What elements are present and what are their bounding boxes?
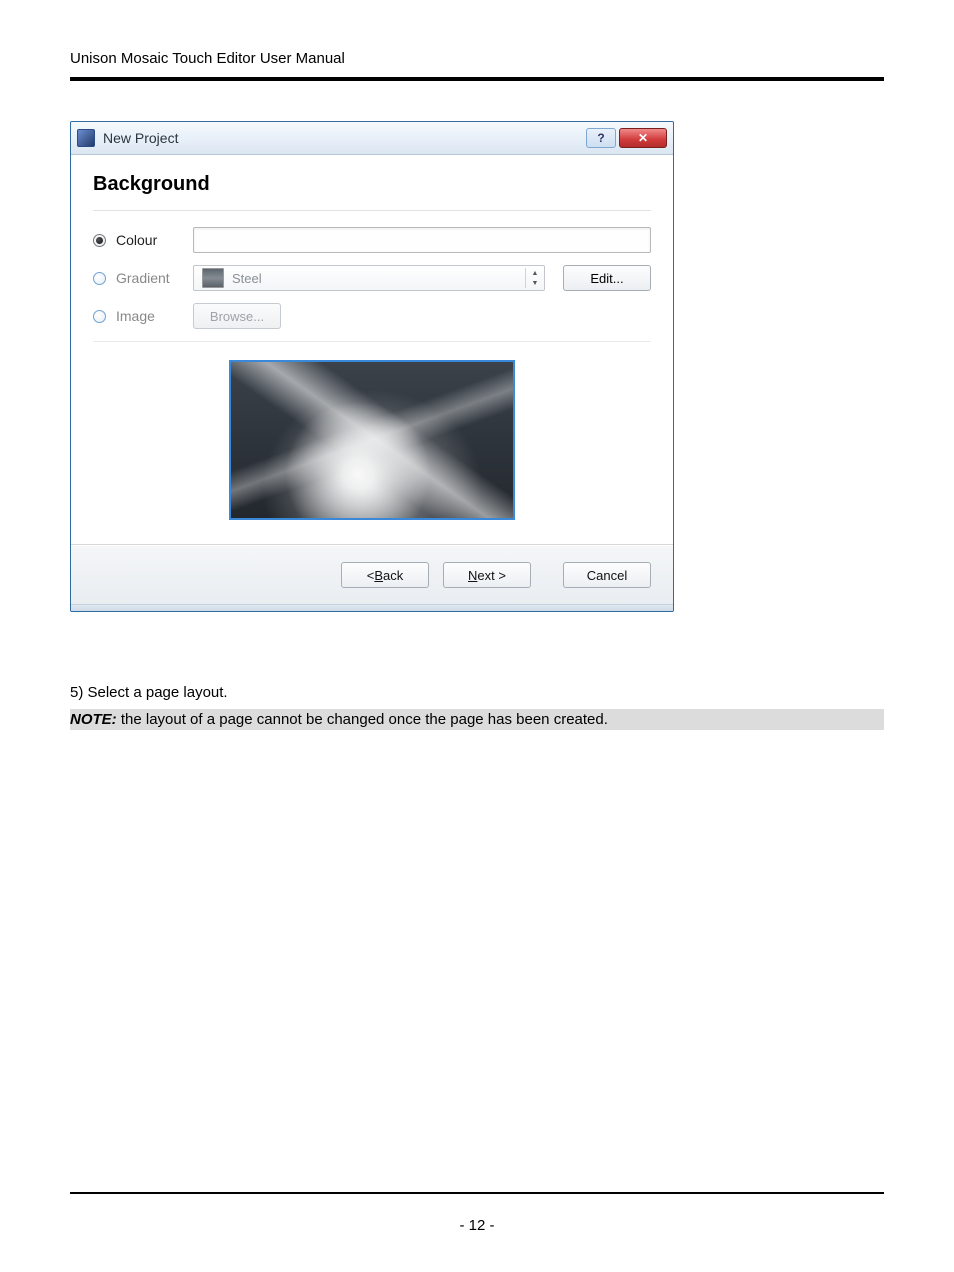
radio-icon xyxy=(93,272,106,285)
radio-gradient[interactable]: Gradient xyxy=(93,270,193,286)
step-5-text: 5) Select a page layout. xyxy=(70,682,884,705)
note-band: NOTE: the layout of a page cannot be cha… xyxy=(70,709,884,730)
image-browse-button[interactable]: Browse... xyxy=(193,303,281,329)
note-label: NOTE: xyxy=(70,711,117,728)
note-text: the layout of a page cannot be changed o… xyxy=(117,711,608,728)
radio-label: Colour xyxy=(116,232,157,248)
app-icon xyxy=(77,129,95,147)
gradient-preview-swatch xyxy=(202,268,224,288)
dialog-titlebar[interactable]: New Project ? ✕ xyxy=(71,122,673,155)
gradient-edit-button[interactable]: Edit... xyxy=(563,265,651,291)
dialog-bottom-border xyxy=(71,604,673,611)
gradient-preset-label: Steel xyxy=(232,271,525,286)
help-button[interactable]: ? xyxy=(586,128,616,148)
gradient-preset-field[interactable]: Steel xyxy=(193,265,545,291)
option-row-colour: Colour xyxy=(93,221,651,259)
footer-rule xyxy=(70,1192,884,1194)
section-title-background: Background xyxy=(93,173,651,196)
dialog-title: New Project xyxy=(103,130,178,146)
cancel-button[interactable]: Cancel xyxy=(563,562,651,588)
header-rule xyxy=(70,77,884,81)
radio-icon xyxy=(93,310,106,323)
background-preview[interactable] xyxy=(229,360,515,520)
radio-image[interactable]: Image xyxy=(93,308,193,324)
next-button[interactable]: Next > xyxy=(443,562,531,588)
option-row-image: Image Browse... xyxy=(93,297,651,335)
radio-label: Gradient xyxy=(116,270,170,286)
back-button[interactable]: < Back xyxy=(341,562,429,588)
radio-label: Image xyxy=(116,308,155,324)
doc-header: Unison Mosaic Touch Editor User Manual xyxy=(70,50,884,67)
wizard-button-bar: < Back Next > Cancel xyxy=(71,545,673,604)
radio-colour[interactable]: Colour xyxy=(93,232,193,248)
chevron-down-icon xyxy=(526,278,544,288)
page-number: - 12 - xyxy=(0,1217,954,1234)
preview-area xyxy=(93,341,651,544)
gradient-spinner[interactable] xyxy=(525,268,544,288)
close-button[interactable]: ✕ xyxy=(619,128,667,148)
option-row-gradient: Gradient Steel Edit... xyxy=(93,259,651,297)
chevron-up-icon xyxy=(526,268,544,278)
radio-icon xyxy=(93,234,106,247)
new-project-dialog: New Project ? ✕ Background Colour xyxy=(70,121,674,612)
colour-swatch[interactable] xyxy=(193,227,651,253)
